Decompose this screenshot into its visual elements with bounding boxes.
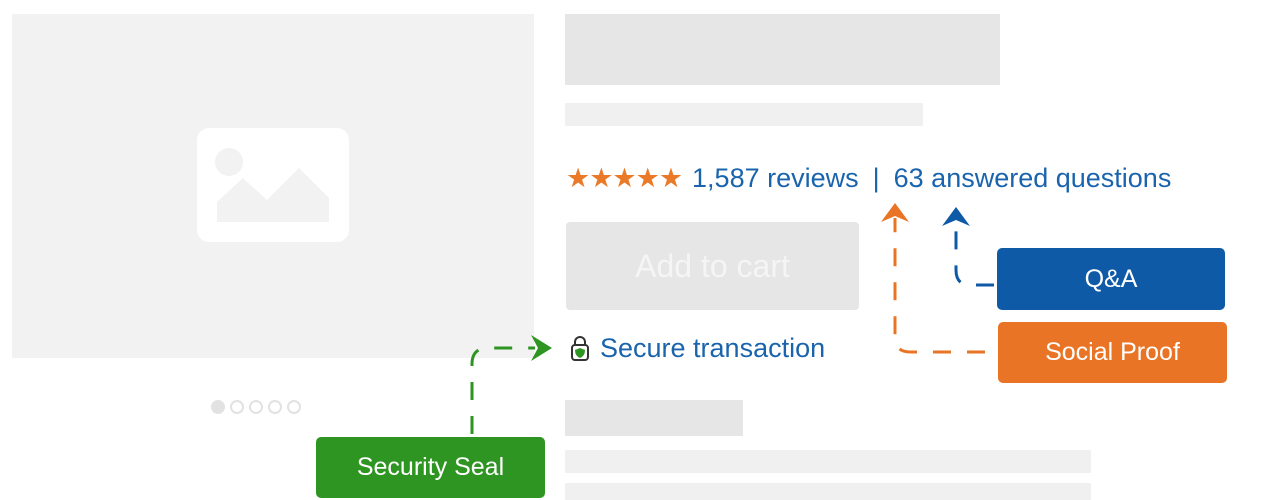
title-skeleton (565, 14, 1000, 85)
annotated-product-page: ★★★★★ 1,587 reviews | 63 answered questi… (0, 0, 1271, 500)
security-seal-connector (470, 346, 535, 434)
gallery-dot[interactable] (287, 400, 301, 414)
lock-shield-icon (571, 336, 589, 361)
qa-arrowhead (942, 207, 970, 226)
description-skeleton (565, 450, 1091, 473)
secure-transaction-label: Secure transaction (600, 332, 826, 363)
image-placeholder-icon (197, 128, 349, 242)
secure-transaction-row[interactable]: Secure transaction (570, 330, 825, 366)
social-proof-connector (893, 218, 985, 354)
rating-separator: | (872, 162, 880, 193)
gallery-dot[interactable] (249, 400, 263, 414)
add-to-cart-button[interactable]: Add to cart (566, 222, 859, 310)
gallery-dot[interactable] (211, 400, 225, 414)
social-proof-arrowhead (881, 203, 909, 222)
subtitle-skeleton (565, 103, 923, 126)
rating-row: ★★★★★ 1,587 reviews | 63 answered questi… (566, 160, 1171, 196)
gallery-dot[interactable] (268, 400, 282, 414)
qa-callout: Q&A (997, 248, 1225, 310)
security-seal-callout: Security Seal (316, 437, 545, 498)
answered-questions-link[interactable]: 63 answered questions (894, 163, 1172, 194)
qa-connector (954, 222, 994, 287)
reviews-link[interactable]: 1,587 reviews (692, 163, 859, 194)
social-proof-callout: Social Proof (998, 322, 1227, 383)
security-seal-arrowhead (531, 335, 552, 361)
star-rating: ★★★★★ (566, 162, 683, 193)
gallery-dot[interactable] (230, 400, 244, 414)
gallery-dots (211, 400, 341, 420)
description-skeleton (565, 483, 1091, 500)
price-skeleton (565, 400, 743, 436)
